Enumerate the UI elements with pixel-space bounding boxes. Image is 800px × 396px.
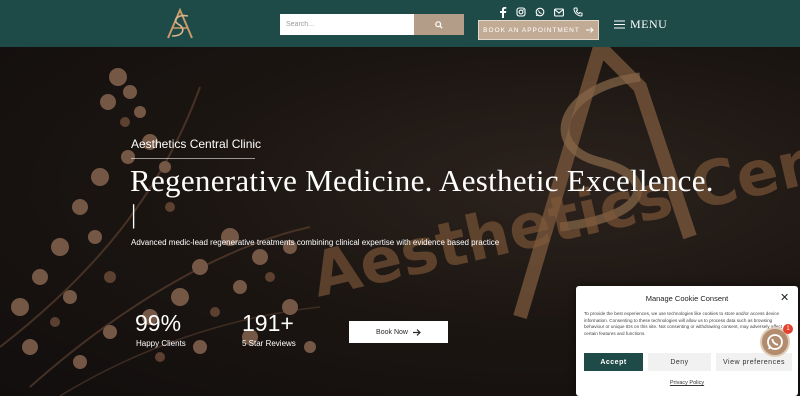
typing-cursor: | bbox=[131, 200, 137, 229]
site-header: BOOK AN APPOINTMENT MENU bbox=[0, 0, 800, 47]
hamburger-icon bbox=[614, 20, 625, 28]
book-now-label: Book Now bbox=[376, 328, 408, 336]
whatsapp-icon[interactable] bbox=[534, 6, 546, 18]
divider bbox=[131, 158, 255, 159]
book-appointment-label: BOOK AN APPOINTMENT bbox=[483, 26, 580, 34]
cookie-title: Manage Cookie Consent bbox=[645, 294, 729, 303]
clinic-name: Aesthetics Central Clinic bbox=[131, 137, 262, 151]
menu-label: MENU bbox=[630, 16, 668, 31]
stat-label-happy-clients: Happy Clients bbox=[136, 339, 186, 348]
book-appointment-button[interactable]: BOOK AN APPOINTMENT bbox=[478, 20, 599, 40]
stat-value-reviews: 191+ bbox=[242, 310, 294, 336]
stat-label-reviews: 5 Star Reviews bbox=[242, 339, 296, 348]
facebook-icon[interactable] bbox=[497, 6, 509, 18]
phone-icon[interactable] bbox=[572, 6, 584, 18]
arrow-right-icon bbox=[412, 328, 421, 336]
cookie-description: To provide the best experiences, we use … bbox=[584, 311, 783, 336]
page-title: Regenerative Medicine. Aesthetic Excelle… bbox=[130, 163, 714, 198]
hero-subtitle: Advanced medic-lead regenerative treatme… bbox=[131, 238, 500, 247]
whatsapp-icon bbox=[767, 334, 783, 350]
monogram-logo[interactable] bbox=[160, 6, 200, 42]
privacy-policy-link[interactable]: Privacy Policy bbox=[576, 380, 798, 386]
search-icon bbox=[435, 20, 443, 29]
instagram-icon[interactable] bbox=[515, 6, 527, 18]
close-icon[interactable]: ✕ bbox=[780, 293, 789, 304]
email-icon[interactable] bbox=[553, 6, 565, 18]
notification-badge: 1 bbox=[783, 324, 793, 334]
stat-value-happy-clients: 99% bbox=[135, 310, 182, 336]
arrow-right-icon bbox=[585, 27, 594, 33]
book-now-button[interactable]: Book Now bbox=[349, 321, 448, 343]
search-input[interactable] bbox=[280, 14, 414, 35]
menu-button[interactable]: MENU bbox=[614, 16, 667, 32]
deny-button[interactable]: Deny bbox=[648, 353, 711, 371]
search-button[interactable] bbox=[414, 14, 464, 35]
accept-button[interactable]: Accept bbox=[584, 353, 643, 371]
